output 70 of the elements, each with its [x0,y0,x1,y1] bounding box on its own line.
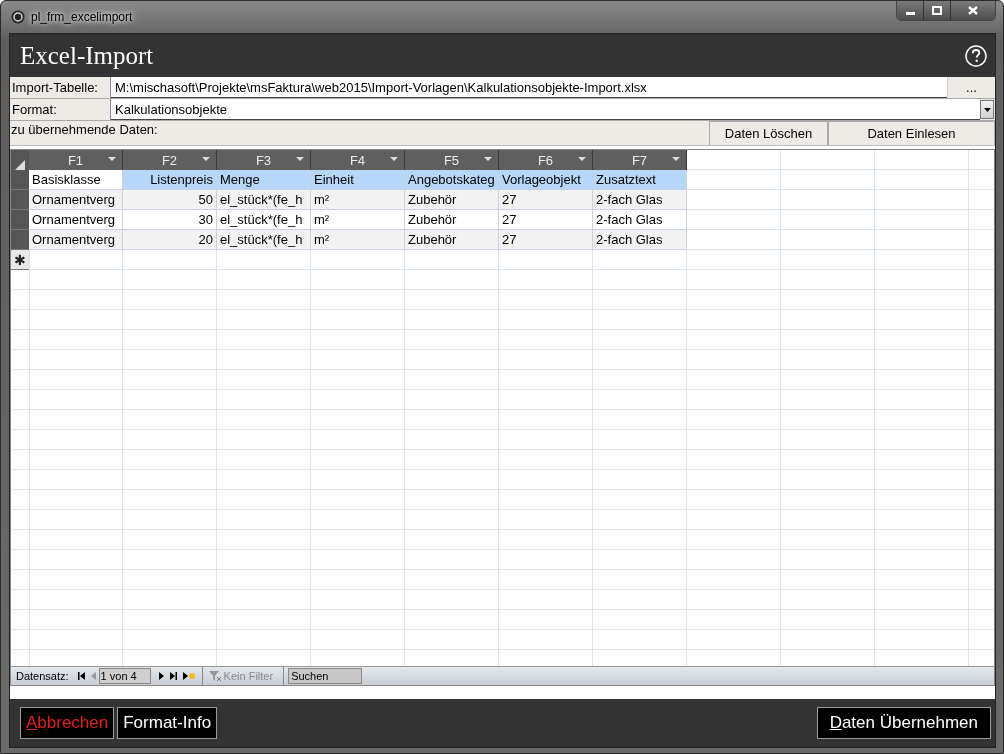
filter-icon [208,671,221,681]
column-header[interactable]: F5 [405,150,499,170]
table-cell: el_stück*(fe_h [217,190,311,210]
caret-icon [983,107,991,112]
footer-button[interactable]: Abbrechen [20,707,115,739]
table-cell: Vorlageobjekt [499,170,593,190]
dropdown-arrow-icon[interactable] [484,157,492,161]
new-row-marker: ✱ [11,250,29,270]
table-cell: 27 [499,210,593,230]
table-cell: Zubehör [405,230,499,250]
maximize-icon [932,6,942,15]
footer-button[interactable]: Daten Übernehmen [816,707,991,739]
table-cell: Zusatztext [593,170,687,190]
table-cell: 2-fach Glas [593,190,687,210]
close-button[interactable] [950,1,995,20]
dropdown-arrow-icon[interactable] [578,157,586,161]
table-cell: Einheit [311,170,405,190]
table-cell: Ornamentverg [29,210,123,230]
column-header[interactable]: F2 [123,150,217,170]
table-cell: 20 [123,230,217,250]
column-header[interactable]: F3 [217,150,311,170]
app-logo-icon [11,10,25,24]
search-field[interactable]: Suchen [288,668,363,684]
table-cell: Zubehör [405,190,499,210]
section-button[interactable]: Daten Löschen [709,121,828,145]
dropdown-arrow-icon[interactable] [108,157,116,161]
table-cell: el_stück*(fe_h [217,230,311,250]
table-cell: Listenpreis [123,170,217,190]
column-header[interactable]: F7 [593,150,687,170]
file-path-field[interactable]: M:\mischasoft\Projekte\msFaktura\web2015\Import-Vorlagen\Kalkulationsobjekte-Import.xlsx [111,77,947,98]
table-cell: Ornamentverg [29,230,123,250]
format-dropdown[interactable]: Kalkulationsobjekte [111,99,980,120]
column-header[interactable]: F1 [29,150,123,170]
new-record-icon[interactable] [182,672,195,680]
window-title: pl_frm_excelimport [31,10,133,24]
dropdown-button[interactable] [980,100,994,119]
table-cell: 30 [123,210,217,230]
table-cell: Basisklasse [29,170,123,190]
help-icon[interactable] [965,44,987,67]
table-cell: m² [311,210,405,230]
form-title: Excel-Import [20,41,154,70]
table-cell: Ornamentverg [29,190,123,210]
column-header[interactable]: F6 [499,150,593,170]
record-label: Datensatz: [16,670,69,682]
table-cell: 27 [499,190,593,210]
table-cell: el_stück*(fe_h [217,210,311,230]
record-position-field[interactable]: 1 von 4 [98,668,151,684]
minimize-button[interactable] [897,1,923,20]
table-cell: 27 [499,230,593,250]
table-cell: 2-fach Glas [593,230,687,250]
last-record-icon[interactable] [169,672,177,680]
maximize-button[interactable] [923,1,950,20]
table-cell: Menge [217,170,311,190]
close-icon [968,6,978,15]
table-cell: 50 [123,190,217,210]
footer-button[interactable]: Format-Info [117,707,218,739]
dropdown-arrow-icon[interactable] [296,157,304,161]
first-record-icon[interactable] [77,672,85,680]
table-cell: m² [311,190,405,210]
section-button[interactable]: Daten Einlesen [828,121,995,145]
next-record-icon[interactable] [158,672,164,680]
table-cell: Zubehör [405,210,499,230]
table-cell: 2-fach Glas [593,210,687,230]
column-header[interactable]: F4 [311,150,405,170]
dropdown-arrow-icon[interactable] [390,157,398,161]
table-cell: m² [311,230,405,250]
table-cell: Angebotskateg [405,170,499,190]
dropdown-arrow-icon[interactable] [672,157,680,161]
section-label: zu übernehmende Daten: [10,121,159,139]
dropdown-arrow-icon[interactable] [202,157,210,161]
